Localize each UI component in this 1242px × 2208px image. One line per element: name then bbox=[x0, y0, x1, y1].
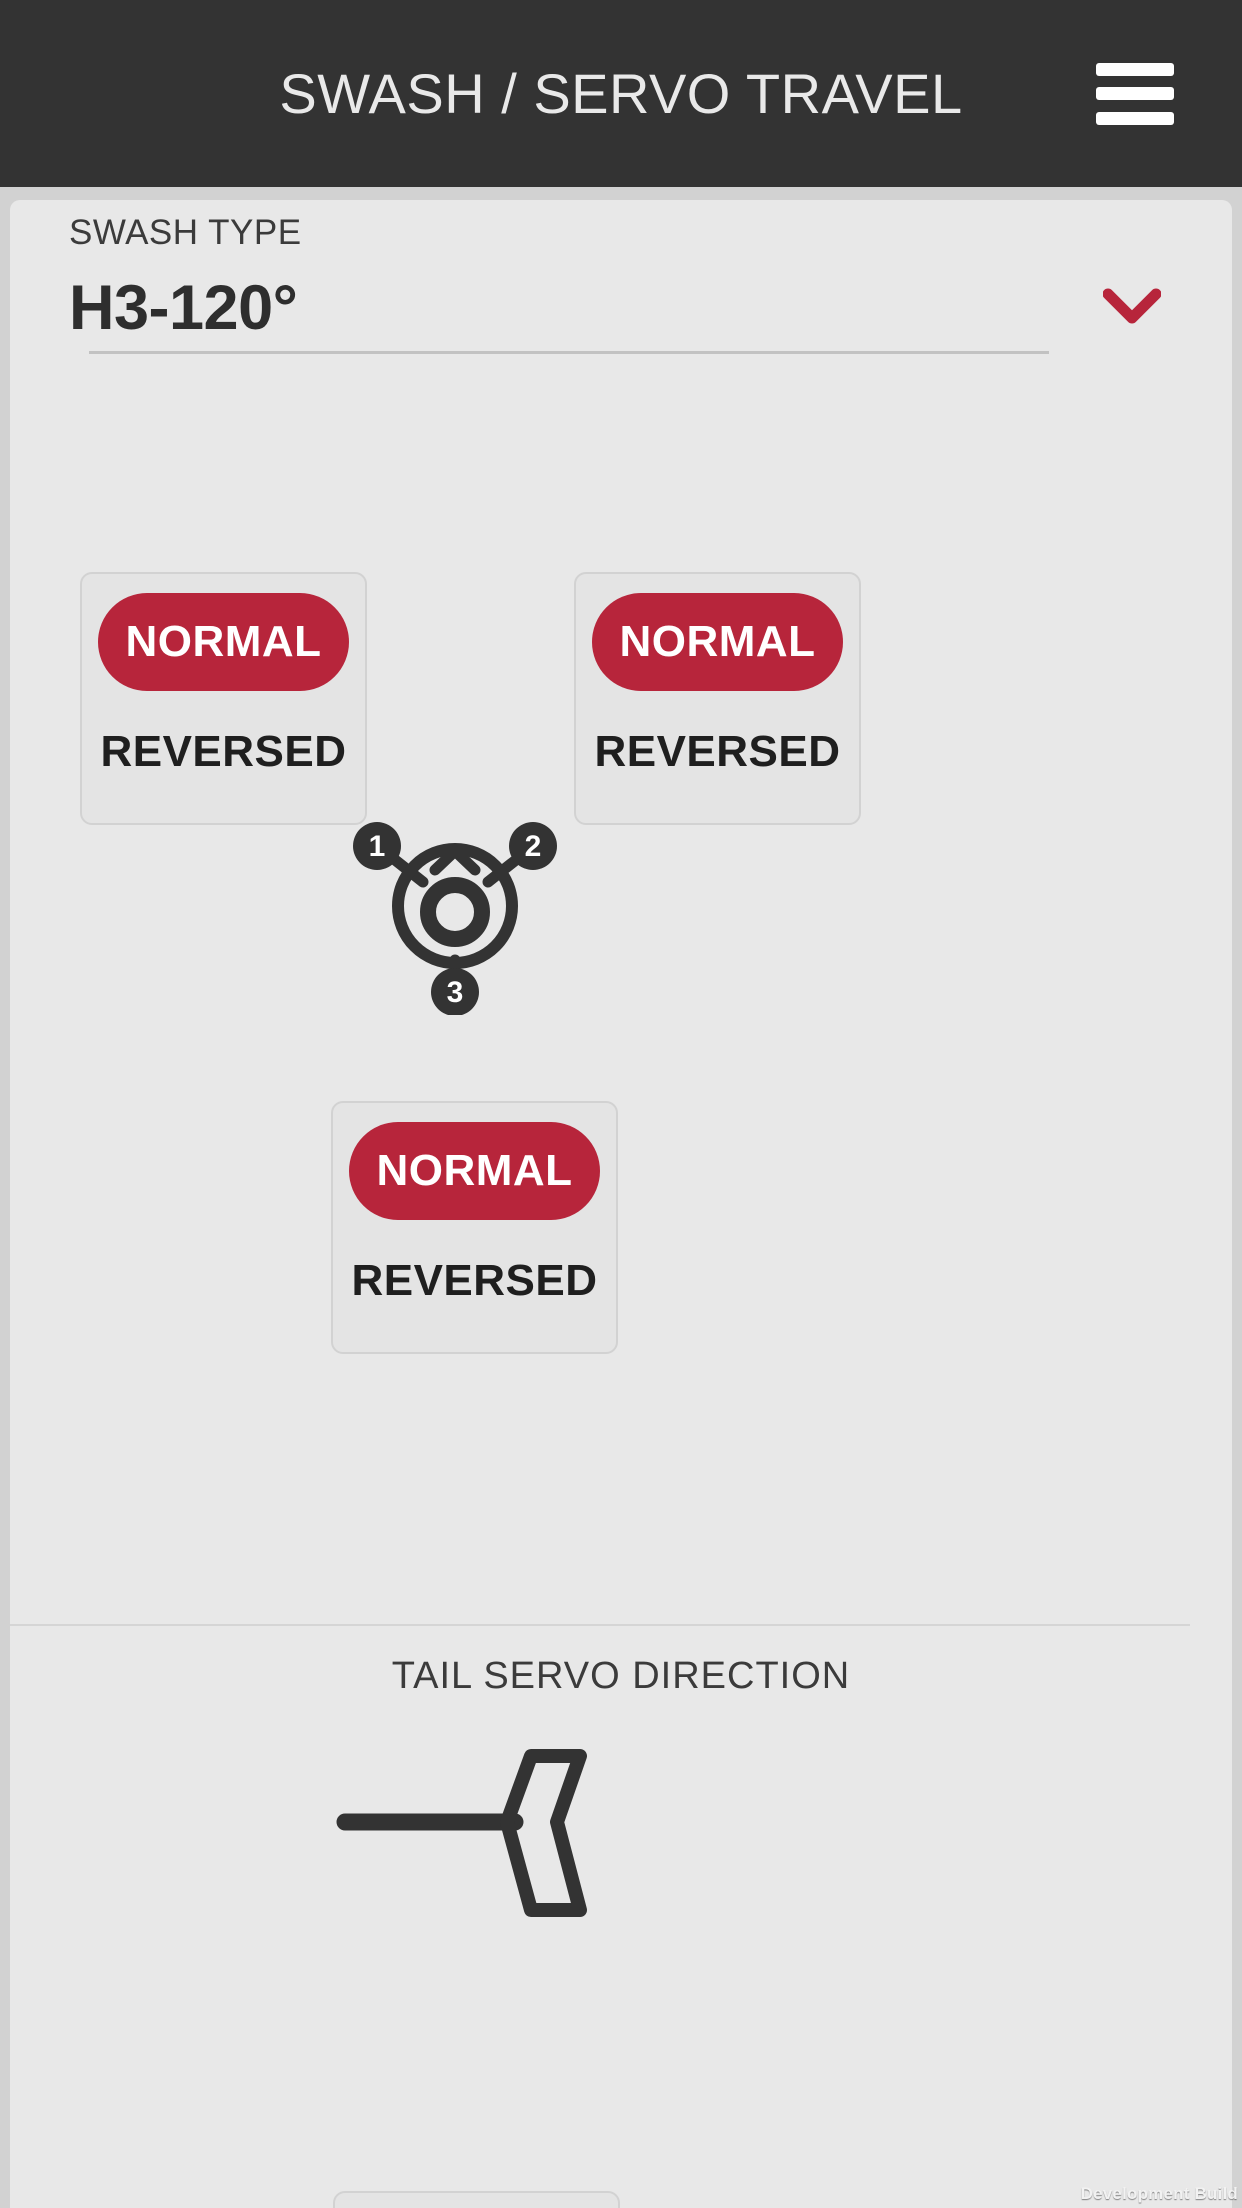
tail-servo-direction-toggle[interactable]: NORMAL REVERSED bbox=[333, 2191, 620, 2208]
servo-2-reversed-option[interactable]: REVERSED bbox=[592, 703, 843, 801]
tail-boom-fin-icon bbox=[335, 1740, 615, 1920]
swash-type-underline bbox=[89, 351, 1049, 354]
servo-3-normal-option[interactable]: NORMAL bbox=[349, 1122, 600, 1220]
hamburger-menu-icon[interactable] bbox=[1096, 62, 1174, 125]
servo-3-direction-toggle[interactable]: NORMAL REVERSED bbox=[331, 1101, 618, 1354]
chevron-down-icon[interactable] bbox=[1102, 286, 1162, 326]
servo-1-reversed-option[interactable]: REVERSED bbox=[98, 703, 349, 801]
servo-2-direction-toggle[interactable]: NORMAL REVERSED bbox=[574, 572, 861, 825]
swash-type-label: SWASH TYPE bbox=[69, 213, 302, 252]
swash-type-value: H3-120° bbox=[69, 272, 298, 343]
page-title: SWASH / SERVO TRAVEL bbox=[279, 62, 963, 125]
servo-node-label-1: 1 bbox=[369, 830, 386, 863]
servo-node-label-2: 2 bbox=[525, 830, 542, 863]
hamburger-bar-1 bbox=[1096, 62, 1174, 76]
app-header: SWASH / SERVO TRAVEL bbox=[0, 0, 1242, 187]
servo-1-normal-option[interactable]: NORMAL bbox=[98, 593, 349, 691]
servo-2-normal-option[interactable]: NORMAL bbox=[592, 593, 843, 691]
swash-type-select[interactable]: H3-120° bbox=[69, 265, 1180, 351]
servo-3-reversed-option[interactable]: REVERSED bbox=[349, 1232, 600, 1330]
hamburger-bar-3 bbox=[1096, 111, 1174, 125]
swash-type-section: SWASH TYPE H3-120° bbox=[10, 200, 1232, 354]
servo-1-direction-toggle[interactable]: NORMAL REVERSED bbox=[80, 572, 367, 825]
servo-node-label-3: 3 bbox=[447, 976, 464, 1009]
settings-card: SWASH TYPE H3-120° NORMAL REVERSED NORMA… bbox=[10, 200, 1232, 2208]
swashplate-h3-120-icon: 1 2 3 bbox=[343, 820, 568, 1016]
tail-servo-direction-label: TAIL SERVO DIRECTION bbox=[391, 1655, 851, 1697]
section-divider bbox=[10, 1624, 1190, 1626]
hamburger-bar-2 bbox=[1096, 87, 1174, 100]
